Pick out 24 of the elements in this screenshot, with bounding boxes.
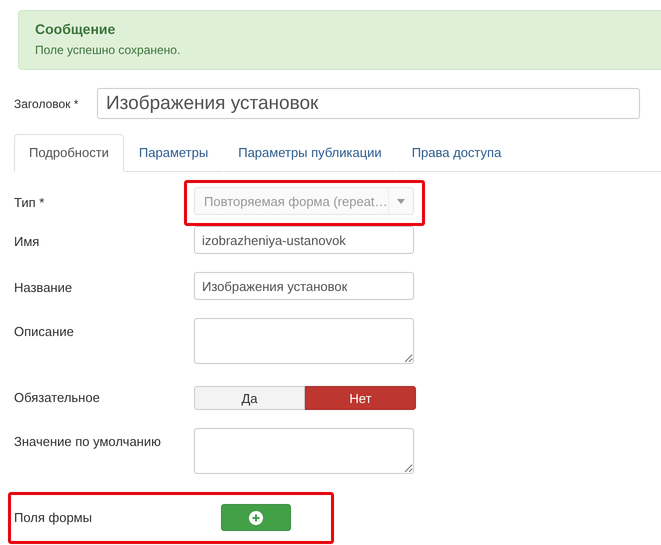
alert-title: Сообщение	[35, 21, 116, 37]
toggle-option[interactable]: Нет	[305, 386, 416, 410]
field-label: Описание	[14, 323, 75, 339]
tab[interactable]: Подробности	[14, 134, 124, 172]
toggle-option[interactable]: Да	[194, 386, 305, 410]
plus-circle-icon	[249, 510, 263, 524]
tab[interactable]: Параметры публикации	[223, 134, 397, 172]
alert-text: Поле успешно сохранено.	[35, 43, 182, 57]
field-label: Поля формы	[14, 509, 93, 525]
field-label: Заголовок *	[14, 96, 80, 110]
field-label: Имя	[14, 233, 40, 249]
text-field[interactable]: Изображения установок	[194, 272, 414, 300]
tab[interactable]: Параметры	[124, 134, 224, 172]
textarea-field[interactable]	[194, 428, 414, 474]
add-button[interactable]	[221, 504, 291, 531]
field-label: Значение по умолчанию	[14, 433, 162, 449]
textarea-field[interactable]	[194, 318, 414, 364]
caret-icon	[396, 198, 405, 204]
text-field[interactable]: izobrazheniya-ustanovok	[194, 226, 414, 254]
tab[interactable]: Права доступа	[396, 134, 516, 172]
field-label: Тип *	[14, 194, 46, 210]
field-label: Название	[14, 279, 74, 295]
field-label: Обязательное	[14, 389, 101, 405]
title-field[interactable]: Изображения установок	[97, 88, 640, 119]
